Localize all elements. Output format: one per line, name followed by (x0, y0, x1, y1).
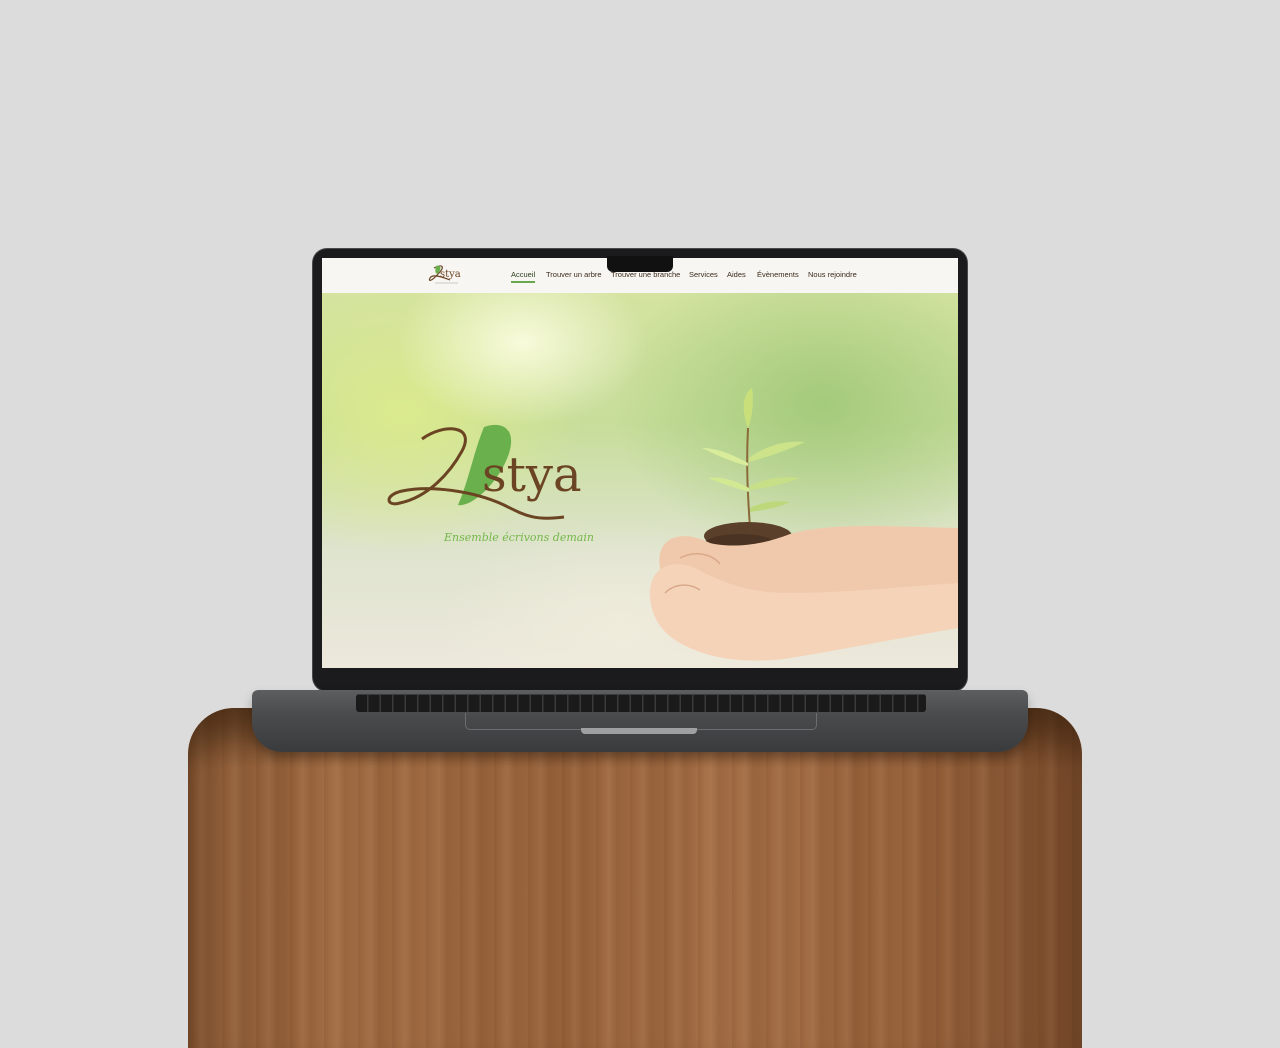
nav-item-trouver-un-arbre[interactable]: Trouver un arbre (546, 270, 602, 279)
nav-active-indicator (511, 281, 536, 283)
hero-banner: stya Ensemble écrivons demain (322, 293, 958, 668)
laptop-front-notch (581, 728, 697, 734)
hero-logo: stya (387, 424, 582, 520)
hero-tagline: Ensemble écrivons demain (444, 531, 594, 544)
logo-wordmark-small: stya (440, 269, 461, 280)
nav-item-accueil[interactable]: Accueil (511, 270, 536, 283)
leaf-logo-icon[interactable]: stya (422, 262, 470, 288)
seedling-in-hands-image (649, 388, 958, 661)
laptop-keyboard (356, 694, 926, 712)
camera-notch (607, 256, 673, 272)
nav-item-evenements[interactable]: Évènements (757, 270, 799, 279)
nav-item-services[interactable]: Services (689, 270, 718, 279)
nav-item-nous-rejoindre[interactable]: Nous rejoindre (808, 270, 857, 279)
laptop-screen: stya Accueil Trouver un arbre Trouver un… (322, 258, 958, 668)
hero-wordmark-text: stya (482, 447, 582, 503)
nav-item-aides[interactable]: Aides (727, 270, 746, 279)
